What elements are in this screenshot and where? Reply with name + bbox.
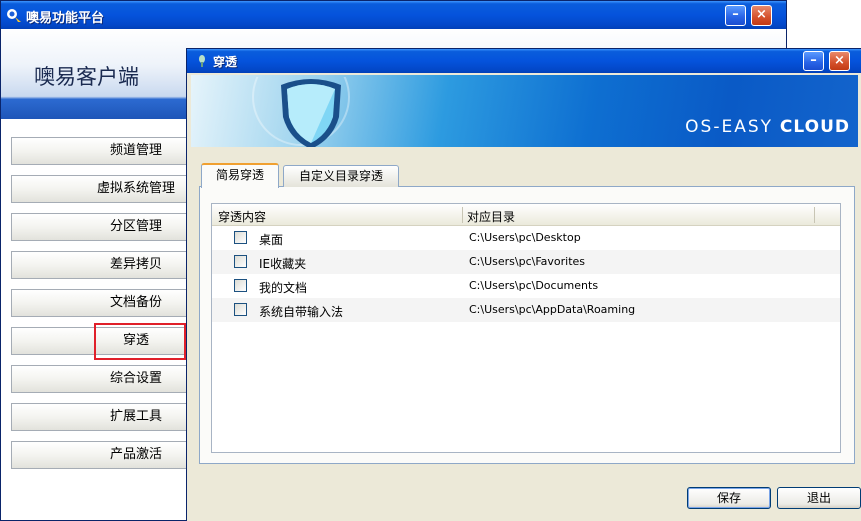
- dialog-titlebar[interactable]: 穿透 – ×: [187, 49, 861, 73]
- penetration-list: 穿透内容 对应目录 桌面 C:\Users\pc\Desktop IE收藏夹 C…: [211, 203, 841, 453]
- sidebar-item-extension-tools[interactable]: 扩展工具: [11, 403, 191, 431]
- sidebar-item-doc-backup[interactable]: 文档备份: [11, 289, 191, 317]
- list-item[interactable]: 桌面 C:\Users\pc\Desktop: [212, 226, 840, 250]
- row-name: 桌面: [259, 233, 284, 247]
- brand-logo-right: CLOUD: [779, 117, 850, 137]
- list-item[interactable]: 我的文档 C:\Users\pc\Documents: [212, 274, 840, 298]
- dialog-title: 穿透: [213, 55, 238, 69]
- brand-logo-left: OS-EASY: [685, 117, 773, 137]
- row-path: C:\Users\pc\Documents: [469, 279, 599, 292]
- dialog-close-button[interactable]: ×: [829, 51, 850, 71]
- sidebar-item-general-settings[interactable]: 综合设置: [11, 365, 191, 393]
- row-name: 系统自带输入法: [259, 305, 344, 319]
- list-header: 穿透内容 对应目录: [212, 204, 840, 226]
- brand-logo: OS-EASY CLOUD: [685, 117, 850, 137]
- selection-highlight-box: [94, 323, 186, 360]
- list-item[interactable]: IE收藏夹 C:\Users\pc\Favorites: [212, 250, 840, 274]
- row-name: 我的文档: [259, 281, 308, 295]
- sidebar-item-label: 产品激活: [109, 447, 162, 462]
- sidebar-item-virtual-system[interactable]: 虚拟系统管理: [11, 175, 191, 203]
- row-path: C:\Users\pc\Favorites: [469, 255, 586, 268]
- sidebar-item-label: 扩展工具: [109, 409, 162, 424]
- dialog-minimize-button[interactable]: –: [803, 51, 824, 71]
- row-checkbox[interactable]: [234, 303, 247, 316]
- sidebar-item-channel-management[interactable]: 频道管理: [11, 137, 191, 165]
- row-checkbox[interactable]: [234, 231, 247, 244]
- row-checkbox[interactable]: [234, 279, 247, 292]
- sidebar-item-product-activation[interactable]: 产品激活: [11, 441, 191, 469]
- column-header-content[interactable]: 穿透内容: [218, 208, 266, 225]
- tab-custom-directory-penetration[interactable]: 自定义目录穿透: [283, 165, 399, 187]
- main-close-button[interactable]: ×: [751, 5, 772, 26]
- app-name: 噢易客户端: [34, 65, 139, 89]
- main-titlebar[interactable]: 噢易功能平台 – ×: [1, 1, 786, 29]
- brand-banner: OS-EASY CLOUD: [191, 75, 858, 147]
- column-separator[interactable]: [814, 207, 815, 223]
- column-header-directory[interactable]: 对应目录: [467, 208, 515, 225]
- main-window-title: 噢易功能平台: [26, 11, 105, 26]
- sidebar-item-label: 综合设置: [109, 371, 162, 386]
- row-name: IE收藏夹: [259, 257, 307, 271]
- shield-icon: [252, 77, 350, 147]
- sidebar-item-label: 文档备份: [109, 295, 162, 310]
- sidebar-item-label: 差异拷贝: [109, 257, 162, 272]
- sidebar-item-label: 频道管理: [109, 143, 162, 158]
- sidebar-item-label: 虚拟系统管理: [96, 181, 175, 196]
- row-checkbox[interactable]: [234, 255, 247, 268]
- tab-simple-penetration[interactable]: 简易穿透: [201, 163, 279, 188]
- row-path: C:\Users\pc\Desktop: [469, 231, 581, 244]
- row-path: C:\Users\pc\AppData\Roaming: [469, 303, 636, 316]
- dialog-icon: [195, 54, 211, 70]
- sidebar-item-partition[interactable]: 分区管理: [11, 213, 191, 241]
- sidebar-item-diff-copy[interactable]: 差异拷贝: [11, 251, 191, 279]
- exit-button[interactable]: 退出: [777, 487, 861, 509]
- main-minimize-button[interactable]: –: [725, 5, 746, 26]
- column-separator[interactable]: [462, 207, 463, 223]
- penetration-dialog: 穿透 – × OS-EASY CLOUD 简易穿透 自定义目录穿透 穿透内容 对…: [186, 48, 861, 521]
- app-icon: [6, 7, 22, 23]
- save-button[interactable]: 保存: [687, 487, 771, 509]
- sidebar-item-label: 分区管理: [109, 219, 162, 234]
- list-item[interactable]: 系统自带输入法 C:\Users\pc\AppData\Roaming: [212, 298, 840, 322]
